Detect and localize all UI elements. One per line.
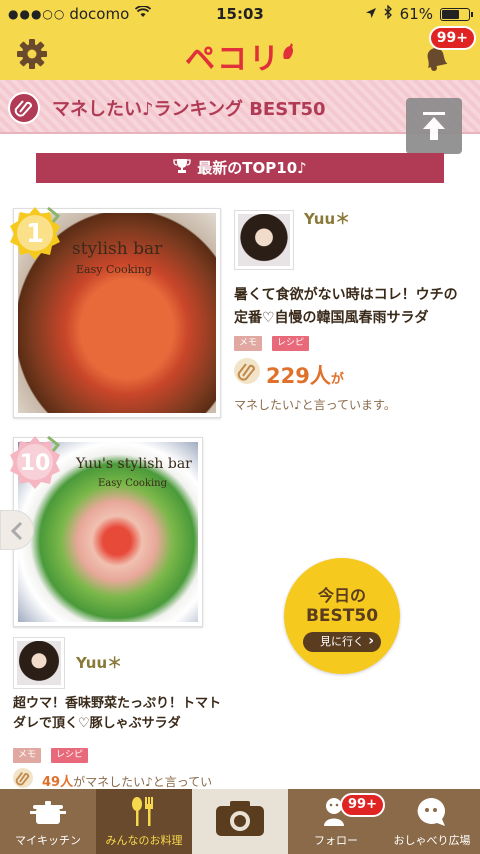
see-more-button[interactable]: 見に行く xyxy=(303,631,381,652)
rank-badge-10: 10 xyxy=(6,433,64,491)
app-header: ペコリ 99+ xyxy=(0,26,480,80)
mane-count: 229人が xyxy=(266,360,344,390)
arrow-up-icon xyxy=(423,112,445,140)
notification-badge: 99+ xyxy=(428,26,476,50)
recipe-tag: レシピ xyxy=(51,748,89,763)
photo-caption: Yuu's stylish bar xyxy=(76,456,192,472)
tab-label: みんなのお料理 xyxy=(105,834,183,847)
recipe-tag: レシピ xyxy=(272,336,310,351)
paperclip-seal-icon xyxy=(8,92,40,124)
photo-caption: stylish bar xyxy=(72,239,163,259)
top10-banner: 最新のTOP10♪ xyxy=(36,153,444,184)
battery-icon xyxy=(440,7,473,21)
tab-chat-plaza[interactable]: おしゃべり広場 xyxy=(384,789,480,854)
recipe-description[interactable]: 超ウマ！香味野菜たっぷり！トマトダレで頂く♡豚しゃぶサラダ xyxy=(13,694,223,734)
ranking-title: マネしたい♪ランキング BEST50 xyxy=(52,99,326,120)
rooster-icon xyxy=(281,34,295,59)
tab-my-kitchen[interactable]: マイキッチン xyxy=(0,789,96,854)
mane-clip-icon xyxy=(13,768,33,788)
tab-label: マイキッチン xyxy=(15,834,81,847)
follow-badge: 99+ xyxy=(340,793,385,817)
status-bar: ●●●○○ docomo 15:03 61% xyxy=(0,0,480,28)
best-line1: 今日の xyxy=(317,586,366,605)
location-arrow-icon xyxy=(365,5,377,23)
tab-label: おしゃべり広場 xyxy=(393,834,471,847)
bluetooth-icon xyxy=(384,4,393,23)
rank-number: 10 xyxy=(20,451,51,476)
app-logo: ペコリ xyxy=(0,34,480,78)
camera-icon xyxy=(216,801,264,836)
chevron-left-icon xyxy=(10,521,23,541)
tab-label: フォロー xyxy=(314,834,358,847)
username[interactable]: Yuu＊ xyxy=(304,208,350,229)
best-line2: BEST50 xyxy=(305,606,379,626)
rank-number: 1 xyxy=(26,219,44,249)
photo-subcaption: Easy Cooking xyxy=(76,263,152,276)
mane-count-suffix: が xyxy=(330,372,344,387)
spoon-fork-icon xyxy=(132,797,153,826)
pot-icon xyxy=(30,801,66,824)
memo-tag: メモ xyxy=(13,748,42,763)
battery-percent: 61% xyxy=(399,5,433,23)
bottom-tab-bar: マイキッチン みんなのお料理 フォロー 99+ おしゃべり広場 xyxy=(0,789,480,854)
mane-clip-icon xyxy=(234,358,260,384)
mane-count-number: 229人 xyxy=(266,364,331,388)
chat-bubble-icon xyxy=(417,797,445,826)
mane-say-text: がマネしたい♪と言ってい xyxy=(73,775,213,789)
photo-subcaption: Easy Cooking xyxy=(98,478,168,489)
memo-tag: メモ xyxy=(234,336,263,351)
scroll-to-top-button[interactable] xyxy=(406,98,462,154)
mane-say-text: マネしたい♪と言っています。 xyxy=(234,398,396,412)
tab-follow[interactable]: フォロー 99+ xyxy=(288,789,385,854)
tab-everyone-cooking[interactable]: みんなのお料理 xyxy=(96,789,192,854)
tab-camera[interactable] xyxy=(192,789,288,854)
avatar[interactable] xyxy=(234,210,294,270)
top10-banner-label: 最新のTOP10♪ xyxy=(197,159,307,177)
logo-text: ペコリ xyxy=(185,42,281,77)
avatar[interactable] xyxy=(13,637,65,689)
trophy-icon xyxy=(173,154,191,184)
mane-count: 49人がマネしたい♪と言ってい xyxy=(42,771,212,790)
username[interactable]: Yuu＊ xyxy=(76,652,122,673)
mane-count-number: 49人 xyxy=(42,775,74,790)
rank-badge-1: 1 xyxy=(6,204,64,262)
recipe-description[interactable]: 暑くて食欲がない時はコレ！ウチの定番♡自慢の韓国風春雨サラダ xyxy=(234,284,470,330)
today-best50-button[interactable]: 今日の BEST50 見に行く xyxy=(284,558,400,674)
